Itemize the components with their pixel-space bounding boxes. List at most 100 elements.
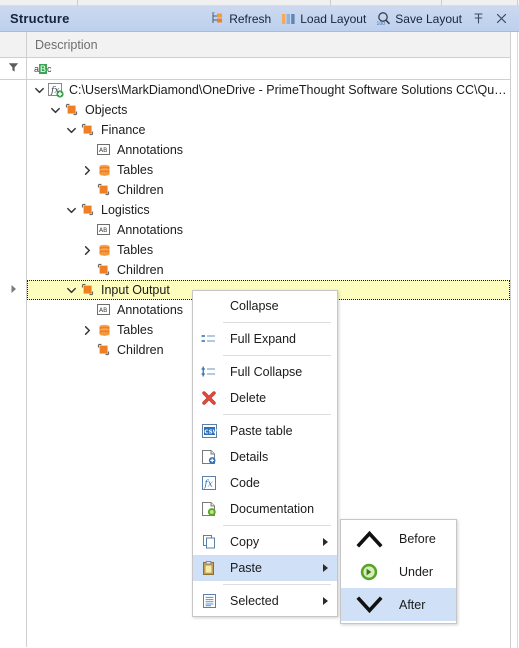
column-header-description[interactable]: Description bbox=[27, 32, 511, 57]
menu-item-full-collapse[interactable]: Full Collapse bbox=[193, 359, 337, 385]
tree-node-label: Objects bbox=[85, 103, 128, 117]
tree-row-content[interactable]: Finance bbox=[27, 120, 511, 140]
tree-row-content[interactable]: Objects bbox=[27, 100, 511, 120]
load-layout-button[interactable]: Load Layout bbox=[276, 8, 371, 30]
panel-title-bar: Structure Refresh Load Layout 100 Save L… bbox=[0, 6, 519, 32]
tree-row[interactable]: Tables bbox=[0, 160, 511, 180]
paste-submenu: Before Under After bbox=[340, 519, 457, 624]
tree-expander-collapsed[interactable] bbox=[79, 322, 95, 338]
tree-expander-expanded[interactable] bbox=[31, 82, 47, 98]
save-layout-icon: 100 bbox=[376, 11, 392, 26]
svg-text:CSV: CSV bbox=[204, 430, 217, 436]
tree-row-indicator-cell[interactable] bbox=[0, 220, 27, 240]
tree-row-indicator-cell[interactable] bbox=[0, 120, 27, 140]
tree-node-label: Tables bbox=[117, 323, 154, 337]
tree-row[interactable]: Children bbox=[0, 260, 511, 280]
load-layout-icon bbox=[281, 12, 297, 26]
tree-row[interactable]: Children bbox=[0, 180, 511, 200]
menu-item-label: Full Collapse bbox=[230, 365, 303, 379]
tree-expander-collapsed[interactable] bbox=[79, 162, 95, 178]
tree-row-content[interactable]: AB Annotations bbox=[27, 140, 511, 160]
tree-row[interactable]: fx C:\Users\MarkDiamond\OneDrive - PrimeT… bbox=[0, 80, 511, 100]
menu-item-label: Selected bbox=[230, 594, 279, 608]
menu-item-copy[interactable]: Copy bbox=[193, 529, 337, 555]
tree-row-content[interactable]: Tables bbox=[27, 240, 511, 260]
object-folder-icon bbox=[95, 262, 113, 278]
menu-item-label: Delete bbox=[230, 391, 267, 405]
tree-row-content[interactable]: Logistics bbox=[27, 200, 511, 220]
menu-item-collapse[interactable]: Collapse bbox=[193, 293, 337, 319]
close-button[interactable] bbox=[490, 8, 513, 30]
svg-text:100: 100 bbox=[377, 21, 386, 26]
save-layout-button[interactable]: 100 Save Layout bbox=[371, 8, 467, 30]
tree-row-indicator-cell[interactable] bbox=[0, 280, 27, 300]
tree-row-indicator-cell[interactable] bbox=[0, 320, 27, 340]
object-folder-icon bbox=[79, 202, 97, 218]
tree-row-content[interactable]: Children bbox=[27, 260, 511, 280]
panel-right-border bbox=[510, 32, 511, 648]
submenu-item-label: Under bbox=[399, 564, 434, 579]
tree-row-indicator-cell[interactable] bbox=[0, 260, 27, 280]
tree-row[interactable]: Objects bbox=[0, 100, 511, 120]
refresh-tree-icon bbox=[210, 11, 226, 26]
filter-toggle-cell[interactable] bbox=[0, 58, 27, 79]
svg-text:AB: AB bbox=[99, 227, 107, 234]
page-title: Structure bbox=[10, 11, 70, 26]
tree-node-label: Annotations bbox=[117, 223, 184, 237]
tree-expander-expanded[interactable] bbox=[63, 282, 79, 298]
refresh-button-label: Refresh bbox=[229, 11, 272, 26]
menu-item-full-expand[interactable]: Full Expand bbox=[193, 326, 337, 352]
tree-row[interactable]: Logistics bbox=[0, 200, 511, 220]
tree-row[interactable]: AB Annotations bbox=[0, 140, 511, 160]
submenu-item-before[interactable]: Before bbox=[341, 522, 456, 555]
tree-row-indicator-cell[interactable] bbox=[0, 100, 27, 120]
tree-row[interactable]: AB Annotations bbox=[0, 220, 511, 240]
menu-item-paste-table[interactable]: CSV Paste table bbox=[193, 418, 337, 444]
under-arrow-icon bbox=[345, 557, 393, 587]
pin-button[interactable] bbox=[467, 8, 490, 30]
tree-row-content[interactable]: Tables bbox=[27, 160, 511, 180]
tree-row[interactable]: Tables bbox=[0, 240, 511, 260]
tree-row-indicator-cell[interactable] bbox=[0, 340, 27, 360]
code-fx-icon: fx bbox=[196, 472, 222, 494]
tree-node-label: Children bbox=[117, 183, 164, 197]
tree-row-content[interactable]: AB Annotations bbox=[27, 220, 511, 240]
submenu-arrow-icon bbox=[323, 597, 328, 605]
menu-item-label: Details bbox=[230, 450, 269, 464]
tree-row-indicator-cell[interactable] bbox=[0, 160, 27, 180]
tree-expander-expanded[interactable] bbox=[47, 102, 63, 118]
menu-item-details[interactable]: Details bbox=[193, 444, 337, 470]
load-layout-button-label: Load Layout bbox=[300, 11, 367, 26]
full-collapse-icon bbox=[196, 361, 222, 383]
tree-row-indicator-cell[interactable] bbox=[0, 200, 27, 220]
submenu-item-under[interactable]: Under bbox=[341, 555, 456, 588]
tree-row-content[interactable]: fx C:\Users\MarkDiamond\OneDrive - PrimeT… bbox=[27, 80, 511, 100]
tree-expander-expanded[interactable] bbox=[63, 122, 79, 138]
tree-node-label: Children bbox=[117, 263, 164, 277]
tree-row-indicator-cell[interactable] bbox=[0, 140, 27, 160]
menu-item-documentation[interactable]: Documentation bbox=[193, 496, 337, 522]
context-menu: Collapse Full Expand Full Collapse Delete CS… bbox=[192, 290, 338, 617]
filter-input-description[interactable]: aBc bbox=[27, 58, 511, 79]
tree-node-label: Children bbox=[117, 343, 164, 357]
menu-item-paste[interactable]: Paste bbox=[193, 555, 337, 581]
menu-item-code[interactable]: fx Code bbox=[193, 470, 337, 496]
chevron-down-icon bbox=[345, 590, 393, 620]
tree-row-indicator-cell[interactable] bbox=[0, 240, 27, 260]
tree-node-label: Annotations bbox=[117, 143, 184, 157]
tree-expander-expanded[interactable] bbox=[63, 202, 79, 218]
tree-row-indicator-cell[interactable] bbox=[0, 80, 27, 100]
tree-expander-collapsed[interactable] bbox=[79, 242, 95, 258]
tree-row-indicator-cell[interactable] bbox=[0, 180, 27, 200]
tree-row-content[interactable]: Children bbox=[27, 180, 511, 200]
menu-item-label: Code bbox=[230, 476, 260, 490]
tree-row[interactable]: Finance bbox=[0, 120, 511, 140]
refresh-button[interactable]: Refresh bbox=[205, 8, 276, 30]
menu-item-selected[interactable]: Selected bbox=[193, 588, 337, 614]
grid-filter-row: aBc bbox=[0, 58, 511, 80]
tree-row-indicator-cell[interactable] bbox=[0, 300, 27, 320]
submenu-item-after[interactable]: After bbox=[341, 588, 456, 621]
menu-item-delete[interactable]: Delete bbox=[193, 385, 337, 411]
annotation-ab-icon: AB bbox=[95, 142, 113, 158]
formula-add-icon: fx bbox=[47, 82, 65, 98]
